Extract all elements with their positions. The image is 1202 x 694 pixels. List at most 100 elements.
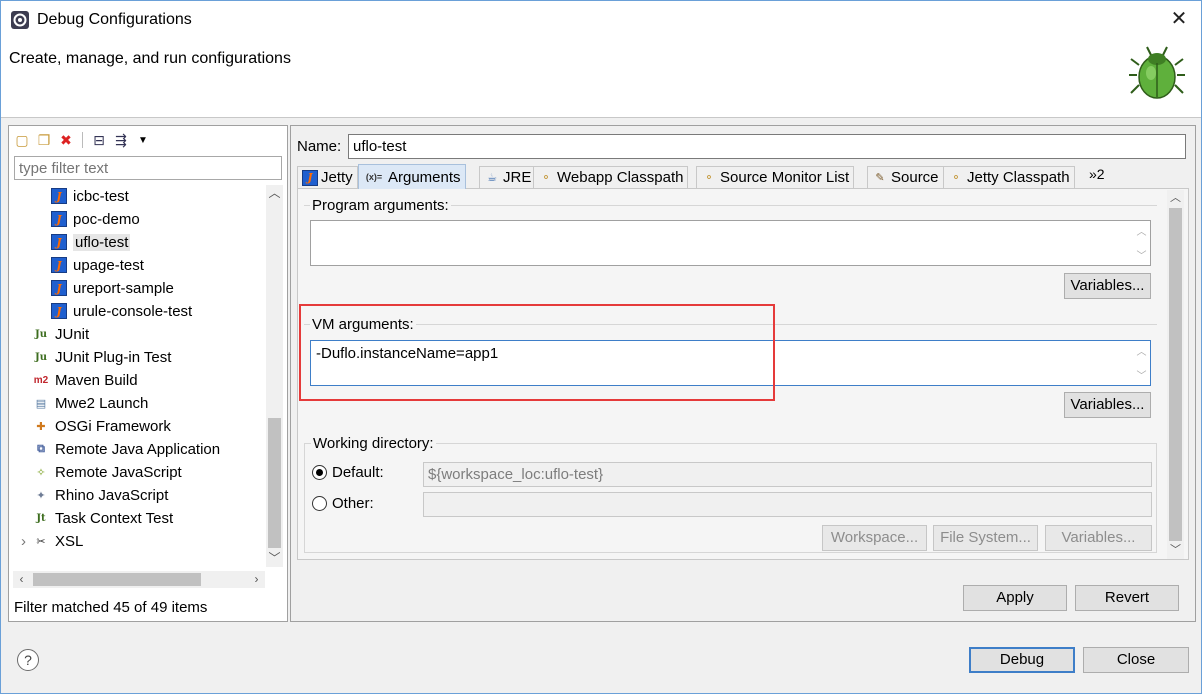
dropdown-icon[interactable]: ▼ (134, 131, 152, 149)
window-title: Debug Configurations (37, 11, 192, 28)
tree-item[interactable]: ✧ Remote JavaScript (33, 461, 181, 483)
tab-body-scrollbar[interactable]: ︿ ﹀ (1167, 190, 1184, 559)
scroll-left-icon[interactable]: ‹ (13, 571, 30, 588)
scroll-up-icon[interactable]: ︿ (1133, 343, 1150, 359)
close-button[interactable]: Close (1083, 647, 1189, 673)
program-arguments-scroll[interactable]: ︿ ﹀ (1133, 221, 1150, 265)
scroll-up-icon[interactable]: ︿ (1167, 190, 1184, 207)
tree-item[interactable]: Juflo-test (51, 231, 131, 253)
name-input[interactable] (348, 134, 1186, 159)
tree-item[interactable]: Jupage-test (51, 254, 144, 276)
source-monitor-icon: ⚬ (704, 172, 714, 184)
scroll-down-icon[interactable]: ﹀ (266, 550, 283, 567)
tree-item[interactable]: Jt Task Context Test (33, 507, 173, 529)
configuration-tree: Jicbc-test Jpoc-demo Juflo-test Jupage-test… (13, 185, 265, 567)
hscroll-thumb[interactable] (33, 573, 201, 586)
default-directory-field: ${workspace_loc:uflo-test} (423, 462, 1152, 487)
debug-button[interactable]: Debug (969, 647, 1075, 673)
mwe2-icon: ▤ (35, 397, 47, 410)
tree-item[interactable]: ✦ Rhino JavaScript (33, 484, 168, 506)
expand-arrow-icon[interactable]: › (21, 533, 26, 550)
debug-bug-icon (1129, 46, 1185, 99)
working-variables-button[interactable]: Variables... (1045, 525, 1152, 551)
radio-circle (312, 465, 327, 480)
scroll-down-icon[interactable]: ﹀ (1133, 367, 1150, 383)
tree-item-label: Maven Build (55, 371, 138, 389)
program-variables-button[interactable]: Variables... (1064, 273, 1151, 299)
tab-label: Jetty (321, 169, 353, 186)
new-config-icon[interactable]: ▢ (13, 131, 31, 149)
tree-item[interactable]: ✚ OSGi Framework (33, 415, 171, 437)
vm-variables-button[interactable]: Variables... (1064, 392, 1151, 418)
program-arguments-label: Program arguments: (310, 197, 451, 214)
other-radio[interactable]: Other: (312, 495, 374, 512)
close-window-icon[interactable]: ✕ (1167, 7, 1191, 31)
tree-item-label: ureport-sample (73, 279, 174, 297)
default-radio[interactable]: Default: (312, 464, 384, 481)
tree-item[interactable]: ⧉ Remote Java Application (33, 438, 220, 460)
tree-horizontal-scrollbar[interactable]: ‹ › (13, 571, 265, 588)
tab-label: Source Monitor List (720, 169, 850, 186)
filter-icon[interactable]: ⇶ (112, 131, 130, 149)
tree-item-label: Task Context Test (55, 509, 174, 527)
arguments-icon: (x)= (365, 172, 383, 182)
tree-item[interactable]: ▤ Mwe2 Launch (33, 392, 149, 414)
other-label: Other: (332, 495, 374, 512)
help-icon[interactable]: ? (17, 649, 39, 671)
program-arguments-textarea[interactable]: ︿ ﹀ (310, 220, 1151, 266)
tab-jre[interactable]: ☕ JRE (479, 166, 537, 188)
collapse-all-icon[interactable]: ⊟ (90, 131, 108, 149)
tab-jetty[interactable]: J Jetty (297, 166, 358, 188)
scroll-thumb[interactable] (1169, 208, 1182, 541)
tree-item[interactable]: Jicbc-test (51, 185, 129, 207)
vm-arguments-highlight-box (299, 304, 775, 401)
scroll-thumb[interactable] (268, 418, 281, 548)
tab-jetty-classpath[interactable]: ⚬ Jetty Classpath (943, 166, 1075, 188)
file-system-button[interactable]: File System... (933, 525, 1038, 551)
more-tabs-icon[interactable]: »2 (1089, 166, 1105, 182)
tree-item[interactable]: Ju JUnit (33, 323, 89, 345)
jetty-icon: J (51, 234, 67, 250)
tab-label: Arguments (388, 168, 461, 186)
workspace-button[interactable]: Workspace... (822, 525, 927, 551)
scroll-right-icon[interactable]: › (248, 571, 265, 588)
scroll-down-icon[interactable]: ﹀ (1133, 247, 1150, 263)
debug-configurations-window: Debug Configurations ✕ Create, manage, a… (0, 0, 1202, 694)
tree-item-label: OSGi Framework (55, 417, 171, 435)
jetty-icon: J (51, 280, 67, 296)
jetty-icon: J (302, 169, 318, 186)
duplicate-icon[interactable]: ❐ (35, 131, 53, 149)
tab-label: JRE (503, 169, 532, 186)
scroll-up-icon[interactable]: ︿ (1133, 223, 1150, 239)
remote-js-icon: ✧ (36, 466, 46, 479)
tree-item[interactable]: Jureport-sample (51, 277, 174, 299)
tab-source[interactable]: ✎ Source (867, 166, 944, 188)
tab-label: Webapp Classpath (557, 169, 684, 186)
revert-button[interactable]: Revert (1075, 585, 1179, 611)
delete-icon[interactable]: ✖ (57, 131, 75, 149)
junit-plugin-icon: Ju (34, 351, 47, 363)
rhino-icon: ✦ (36, 489, 46, 502)
filter-status: Filter matched 45 of 49 items (14, 599, 208, 616)
tab-source-monitor-list[interactable]: ⚬ Source Monitor List (696, 166, 855, 188)
tree-item[interactable]: Ju JUnit Plug-in Test (33, 346, 171, 368)
filter-input[interactable] (14, 156, 282, 180)
vm-arguments-scroll[interactable]: ︿ ﹀ (1133, 341, 1150, 385)
tab-webapp-classpath[interactable]: ⚬ Webapp Classpath (533, 166, 689, 188)
tree-item[interactable]: Jpoc-demo (51, 208, 140, 230)
tree-item-label: upage-test (73, 256, 144, 274)
scroll-up-icon[interactable]: ︿ (266, 185, 283, 202)
tree-item[interactable]: m2 Maven Build (33, 369, 138, 391)
radio-circle (312, 496, 327, 511)
tree-item[interactable]: › ✂ XSL (21, 530, 83, 552)
xsl-icon: ✂ (36, 535, 46, 548)
tree-vertical-scrollbar[interactable]: ︿ ﹀ (266, 185, 283, 567)
apply-button[interactable]: Apply (963, 585, 1067, 611)
tree-item-label: Remote Java Application (55, 440, 221, 458)
config-tabs: »2 J Jetty (x)= Arguments ☕ JRE ⚬ Webapp Classp… (297, 164, 1189, 189)
tab-arguments[interactable]: (x)= Arguments (358, 164, 466, 189)
tree-item-label: JUnit Plug-in Test (55, 348, 172, 366)
tree-item[interactable]: Jurule-console-test (51, 300, 192, 322)
scroll-down-icon[interactable]: ﹀ (1167, 542, 1184, 559)
name-label: Name: (297, 138, 342, 155)
